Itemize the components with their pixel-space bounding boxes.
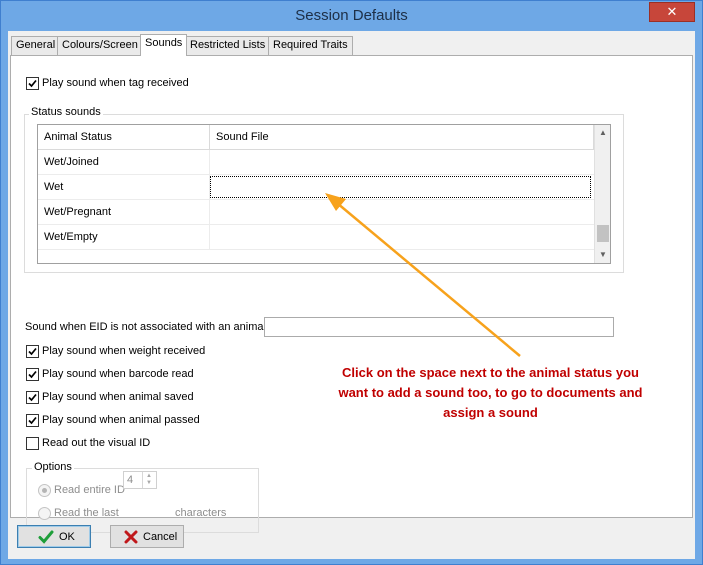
arrow-line — [336, 202, 521, 357]
annotation-arrow — [325, 193, 521, 357]
tab-sounds[interactable]: Sounds — [140, 34, 188, 56]
session-defaults-window: Session Defaults ✕ General Colours/Scree… — [0, 0, 703, 565]
